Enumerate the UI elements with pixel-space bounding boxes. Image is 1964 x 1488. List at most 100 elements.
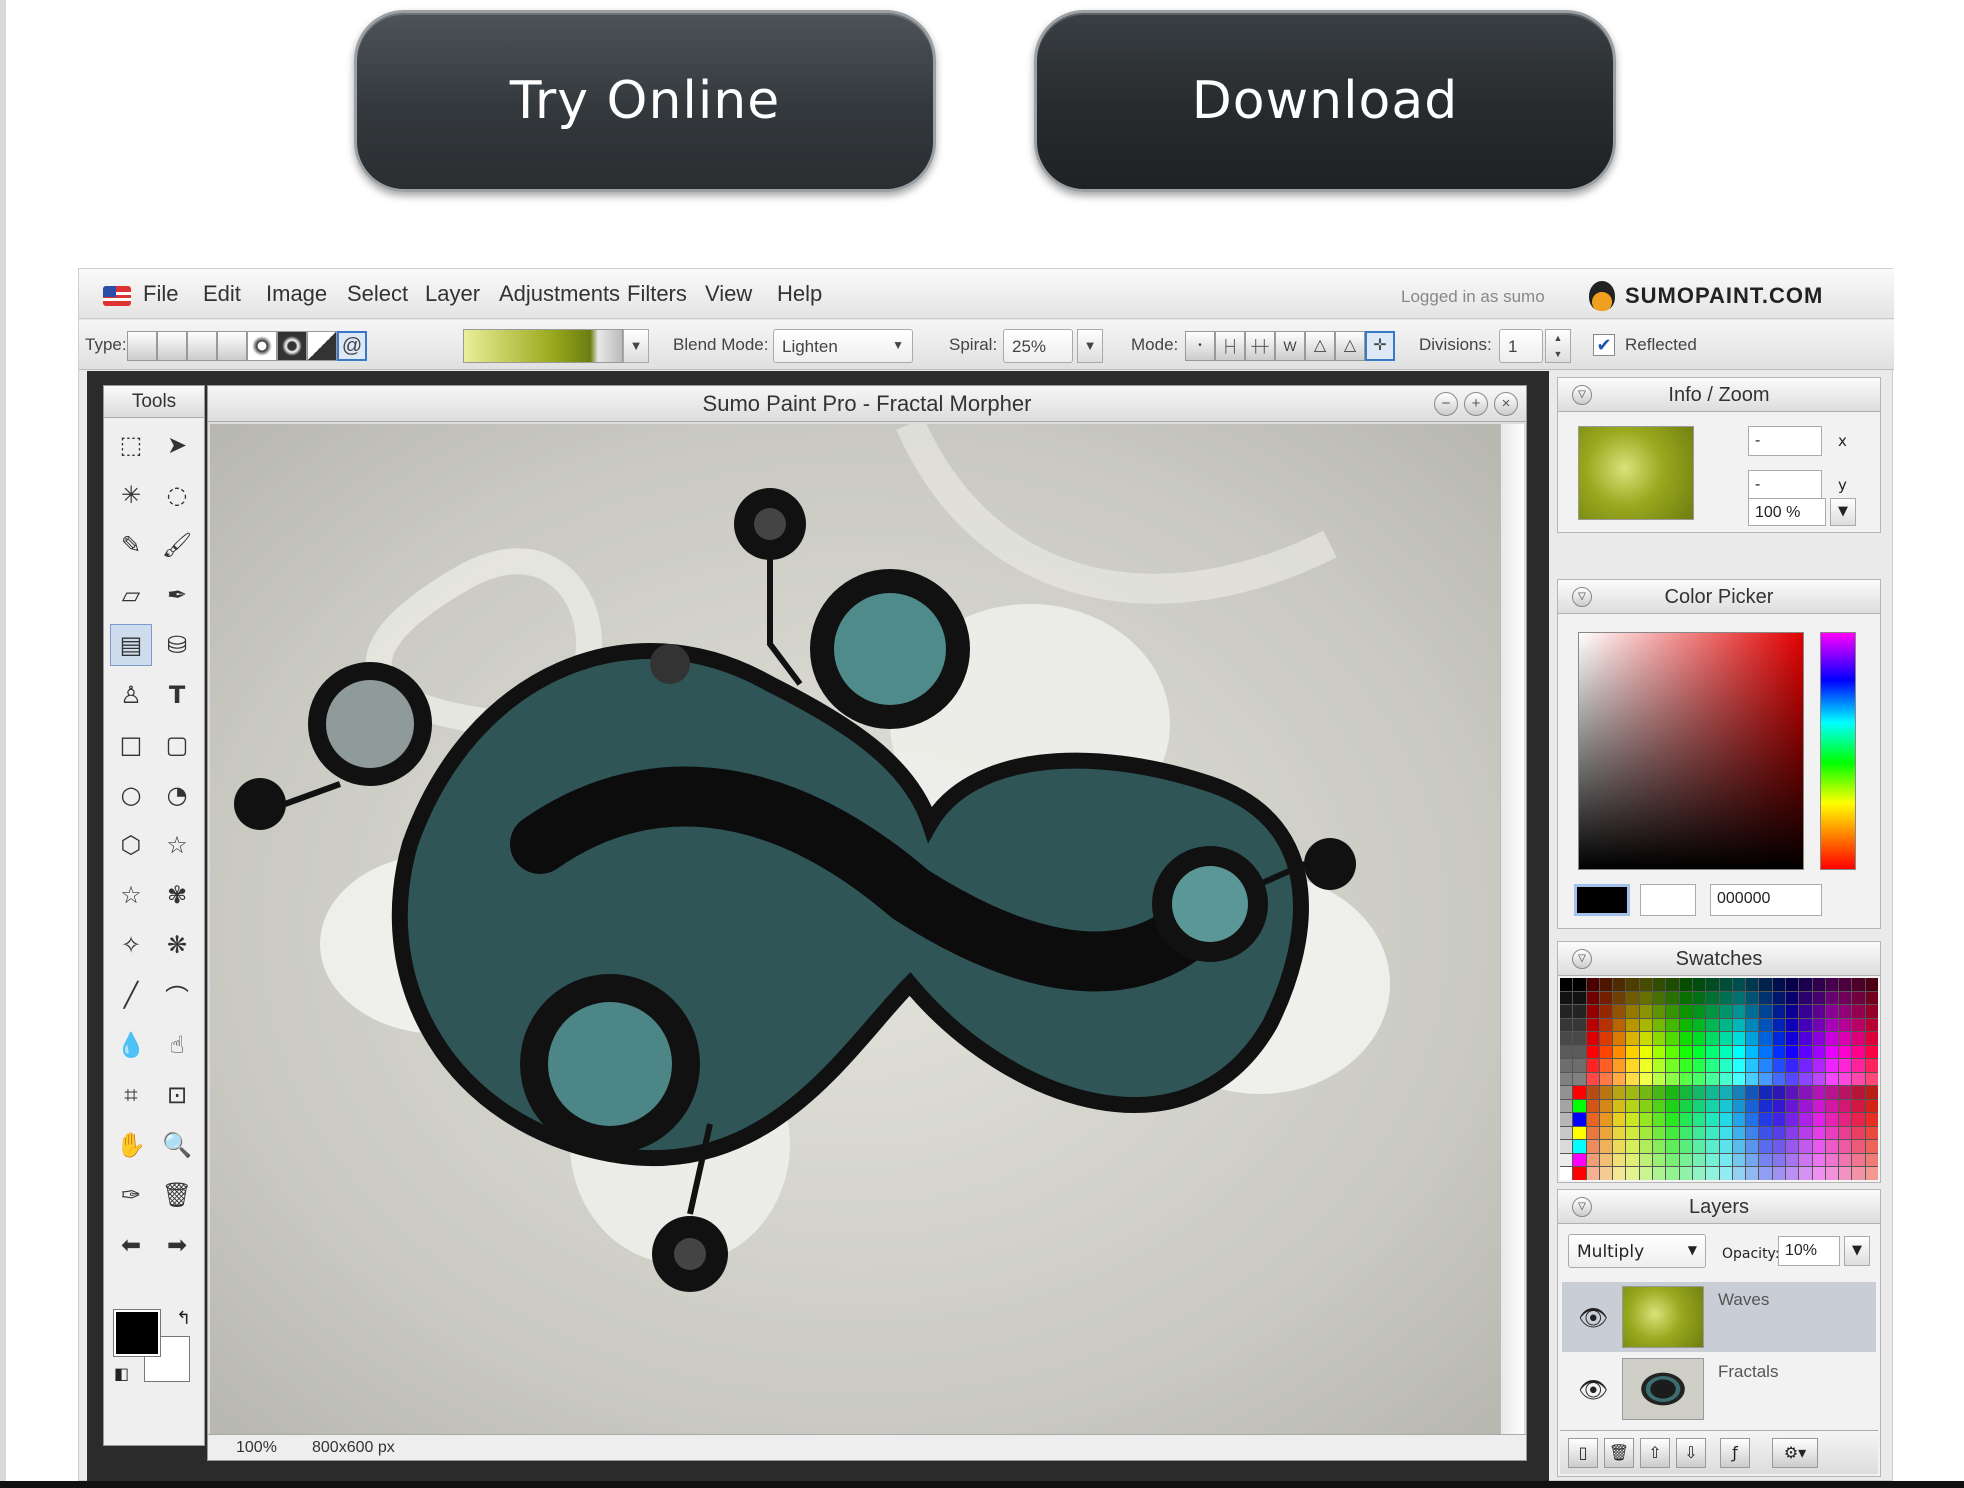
swatch-cell[interactable] bbox=[1573, 1140, 1586, 1153]
swatch-cell[interactable] bbox=[1852, 1086, 1865, 1099]
swatch-cell[interactable] bbox=[1772, 1018, 1785, 1032]
swatch-cell[interactable] bbox=[1865, 1005, 1878, 1018]
pen-tool-icon[interactable]: ✒ bbox=[156, 574, 198, 616]
swatch-cell[interactable] bbox=[1666, 1045, 1679, 1059]
swatch-cell[interactable] bbox=[1759, 1032, 1772, 1045]
swatch-cell[interactable] bbox=[1692, 991, 1706, 1005]
swatch-cell[interactable] bbox=[1666, 1167, 1679, 1180]
eye-visibility-icon[interactable]: 👁 bbox=[1578, 1376, 1608, 1404]
swatch-cell[interactable] bbox=[1692, 1167, 1706, 1180]
swatch-cell[interactable] bbox=[1839, 1113, 1852, 1126]
swatch-cell[interactable] bbox=[1613, 1167, 1626, 1180]
swatch-cell[interactable] bbox=[1560, 991, 1573, 1005]
swatch-cell[interactable] bbox=[1825, 1153, 1839, 1167]
opacity-dropdown-icon[interactable]: ▼ bbox=[1844, 1236, 1870, 1266]
swatch-cell[interactable] bbox=[1799, 1113, 1812, 1126]
swatch-cell[interactable] bbox=[1812, 1140, 1825, 1153]
swatch-cell[interactable] bbox=[1812, 1018, 1825, 1032]
swatch-cell[interactable] bbox=[1732, 978, 1746, 991]
swatch-cell[interactable] bbox=[1852, 978, 1865, 991]
swatch-cell[interactable] bbox=[1772, 1059, 1785, 1072]
swatch-cell[interactable] bbox=[1599, 1086, 1613, 1099]
star-2-tool-icon[interactable]: ☆ bbox=[110, 874, 152, 916]
swatch-cell[interactable] bbox=[1812, 1086, 1825, 1099]
swatch-cell[interactable] bbox=[1573, 1113, 1586, 1126]
swatch-cell[interactable] bbox=[1706, 1099, 1719, 1113]
swatch-cell[interactable] bbox=[1573, 1153, 1586, 1167]
swatch-cell[interactable] bbox=[1692, 1018, 1706, 1032]
swatch-cell[interactable] bbox=[1586, 991, 1599, 1005]
swatch-cell[interactable] bbox=[1560, 1167, 1573, 1180]
type-linear-2-icon[interactable] bbox=[157, 331, 187, 361]
swatch-cell[interactable] bbox=[1759, 1086, 1772, 1099]
swatch-cell[interactable] bbox=[1666, 1126, 1679, 1140]
swatch-cell[interactable] bbox=[1865, 1018, 1878, 1032]
hex-color-field[interactable]: 000000 bbox=[1710, 884, 1822, 916]
swatch-cell[interactable] bbox=[1812, 1005, 1825, 1018]
swatch-cell[interactable] bbox=[1732, 1059, 1746, 1072]
swatch-cell[interactable] bbox=[1679, 1045, 1692, 1059]
y-coordinate-field[interactable]: - bbox=[1748, 470, 1822, 500]
swatch-cell[interactable] bbox=[1759, 991, 1772, 1005]
swatch-cell[interactable] bbox=[1785, 1059, 1799, 1072]
swatch-cell[interactable] bbox=[1573, 1059, 1586, 1072]
swatch-cell[interactable] bbox=[1706, 1086, 1719, 1099]
swatch-cell[interactable] bbox=[1746, 1086, 1759, 1099]
swatch-cell[interactable] bbox=[1785, 1153, 1799, 1167]
swatch-cell[interactable] bbox=[1560, 1113, 1573, 1126]
swatch-cell[interactable] bbox=[1560, 1005, 1573, 1018]
swatch-cell[interactable] bbox=[1653, 1167, 1666, 1180]
swatch-cell[interactable] bbox=[1759, 1005, 1772, 1018]
swatch-cell[interactable] bbox=[1639, 1113, 1653, 1126]
type-square-icon[interactable] bbox=[217, 331, 247, 361]
swatch-cell[interactable] bbox=[1586, 978, 1599, 991]
swatch-cell[interactable] bbox=[1799, 1126, 1812, 1140]
swatch-cell[interactable] bbox=[1785, 1005, 1799, 1018]
swatch-cell[interactable] bbox=[1812, 1045, 1825, 1059]
swatch-cell[interactable] bbox=[1839, 1032, 1852, 1045]
type-spiral-icon[interactable]: @ bbox=[337, 331, 367, 361]
swatch-cell[interactable] bbox=[1626, 1099, 1639, 1113]
swatch-cell[interactable] bbox=[1679, 1167, 1692, 1180]
swatch-cell[interactable] bbox=[1812, 991, 1825, 1005]
swatch-cell[interactable] bbox=[1706, 991, 1719, 1005]
swatch-cell[interactable] bbox=[1865, 1113, 1878, 1126]
swatch-cell[interactable] bbox=[1732, 1018, 1746, 1032]
swatch-cell[interactable] bbox=[1560, 1126, 1573, 1140]
swatch-cell[interactable] bbox=[1746, 978, 1759, 991]
delete-layer-icon[interactable]: 🗑 bbox=[1604, 1438, 1634, 1468]
swatch-cell[interactable] bbox=[1666, 1005, 1679, 1018]
new-layer-icon[interactable]: ▯ bbox=[1568, 1438, 1598, 1468]
language-flag-icon[interactable] bbox=[103, 286, 131, 306]
collapse-icon[interactable]: ▽ bbox=[1572, 949, 1592, 969]
download-button[interactable]: Download bbox=[1034, 10, 1616, 192]
blend-mode-select[interactable]: Lighten ▼ bbox=[773, 329, 913, 363]
layer-row-waves[interactable]: 👁 Waves bbox=[1562, 1282, 1876, 1352]
menu-edit[interactable]: Edit bbox=[203, 281, 241, 307]
swatch-cell[interactable] bbox=[1586, 1086, 1599, 1099]
swatch-cell[interactable] bbox=[1785, 991, 1799, 1005]
swatch-cell[interactable] bbox=[1812, 978, 1825, 991]
swatch-cell[interactable] bbox=[1865, 1153, 1878, 1167]
close-icon[interactable]: × bbox=[1494, 392, 1518, 416]
swatch-cell[interactable] bbox=[1772, 1045, 1785, 1059]
swatch-cell[interactable] bbox=[1732, 1086, 1746, 1099]
mode-dotted-line-icon[interactable]: ┼┼ bbox=[1245, 331, 1275, 361]
swatch-cell[interactable] bbox=[1772, 1126, 1785, 1140]
swatch-cell[interactable] bbox=[1825, 1018, 1839, 1032]
swatch-cell[interactable] bbox=[1719, 1072, 1732, 1086]
swatch-cell[interactable] bbox=[1706, 1045, 1719, 1059]
mode-zigzag-icon[interactable]: W bbox=[1275, 331, 1305, 361]
trash-tool-icon[interactable]: 🗑 bbox=[156, 1174, 198, 1216]
layer-row-fractals[interactable]: 👁 Fractals bbox=[1562, 1354, 1876, 1424]
swatch-cell[interactable] bbox=[1799, 1045, 1812, 1059]
swatch-cell[interactable] bbox=[1613, 1113, 1626, 1126]
swatch-cell[interactable] bbox=[1599, 1113, 1613, 1126]
swatch-cell[interactable] bbox=[1573, 991, 1586, 1005]
swatch-cell[interactable] bbox=[1560, 1099, 1573, 1113]
swatch-cell[interactable] bbox=[1839, 1072, 1852, 1086]
swatch-cell[interactable] bbox=[1706, 1018, 1719, 1032]
swatch-cell[interactable] bbox=[1785, 1018, 1799, 1032]
swatch-cell[interactable] bbox=[1719, 991, 1732, 1005]
reset-colors-icon[interactable]: ◧ bbox=[114, 1364, 129, 1383]
